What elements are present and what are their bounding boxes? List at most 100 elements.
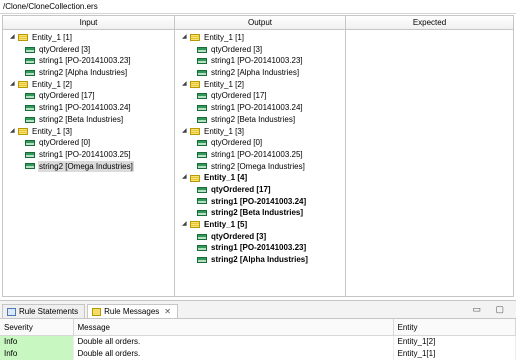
attribute-icon bbox=[197, 233, 207, 240]
expand-toggle-icon[interactable]: ◢ bbox=[182, 32, 190, 44]
entity-icon bbox=[18, 81, 28, 89]
close-icon[interactable]: ✕ bbox=[164, 305, 171, 319]
tree-node-label: string2 [Beta Industries] bbox=[211, 114, 296, 124]
attribute-icon bbox=[197, 245, 207, 252]
table-row[interactable]: Info Double all orders. Entity_1[1] bbox=[0, 348, 516, 360]
input-tree: ◢ Entity_1 [1] qtyOrdered [3] string1 [PO-2… bbox=[3, 30, 174, 173]
severity-header[interactable]: Severity bbox=[0, 319, 74, 336]
tree-entity-node[interactable]: ◢ Entity_1 [1] bbox=[175, 32, 345, 44]
expand-toggle-icon[interactable]: ◢ bbox=[182, 79, 190, 91]
tree-node-label: string2 [Alpha Industries] bbox=[211, 255, 308, 265]
panel-tabbar: Rule Statements Rule Messages ✕ ▭ ▢ bbox=[0, 301, 516, 319]
test-grid: Input ◢ Entity_1 [1] qtyOrdered [3] string1… bbox=[2, 15, 514, 297]
tree-node-label: string2 [Omega Industries] bbox=[38, 160, 134, 173]
messages-table: Severity Message Entity Info Double all … bbox=[0, 319, 516, 360]
attribute-icon bbox=[197, 69, 207, 76]
message-header[interactable]: Message bbox=[73, 319, 394, 336]
entity-header[interactable]: Entity bbox=[393, 319, 516, 336]
expand-toggle-icon[interactable]: ◢ bbox=[10, 32, 18, 44]
attribute-icon bbox=[25, 69, 35, 76]
tree-attribute-node[interactable]: string1 [PO-20141003.23] bbox=[3, 55, 174, 67]
tree-attribute-node[interactable]: string1 [PO-20141003.23] bbox=[175, 242, 345, 254]
tree-attribute-node[interactable]: qtyOrdered [17] bbox=[175, 90, 345, 102]
tree-attribute-node[interactable]: string1 [PO-20141003.24] bbox=[175, 102, 345, 114]
tree-attribute-node[interactable]: string2 [Alpha Industries] bbox=[3, 67, 174, 79]
attribute-icon bbox=[197, 93, 207, 100]
tree-attribute-node[interactable]: string1 [PO-20141003.24] bbox=[3, 102, 174, 114]
tree-attribute-node[interactable]: string1 [PO-20141003.25] bbox=[3, 149, 174, 161]
tree-attribute-node[interactable]: qtyOrdered [3] bbox=[175, 231, 345, 243]
tree-attribute-node[interactable]: qtyOrdered [17] bbox=[3, 90, 174, 102]
attribute-icon bbox=[25, 46, 35, 53]
tree-entity-node[interactable]: ◢ Entity_1 [4] bbox=[175, 172, 345, 184]
attribute-icon bbox=[25, 140, 35, 147]
expand-toggle-icon[interactable]: ◢ bbox=[10, 126, 18, 138]
expand-toggle-icon[interactable]: ◢ bbox=[182, 126, 190, 138]
attribute-icon bbox=[25, 163, 35, 170]
tree-attribute-node[interactable]: string1 [PO-20141003.24] bbox=[175, 196, 345, 208]
tree-node-label: Entity_1 [1] bbox=[204, 33, 245, 42]
expand-toggle-icon[interactable]: ◢ bbox=[10, 79, 18, 91]
expand-toggle-icon[interactable]: ◢ bbox=[182, 219, 190, 231]
entity-cell: Entity_1[2] bbox=[393, 335, 516, 348]
tree-node-label: string1 [PO-20141003.25] bbox=[211, 149, 303, 159]
input-column-header[interactable]: Input bbox=[3, 16, 174, 30]
tree-attribute-node[interactable]: qtyOrdered [0] bbox=[175, 137, 345, 149]
tree-node-label: string1 [PO-20141003.23] bbox=[211, 56, 303, 66]
tree-node-label: qtyOrdered [3] bbox=[211, 231, 267, 241]
table-row[interactable]: Info Double all orders. Entity_1[2] bbox=[0, 335, 516, 348]
tree-attribute-node[interactable]: string2 [Omega Industries] bbox=[175, 161, 345, 173]
tree-entity-node[interactable]: ◢ Entity_1 [1] bbox=[3, 32, 174, 44]
attribute-icon bbox=[197, 140, 207, 147]
tree-attribute-node[interactable]: string2 [Omega Industries] bbox=[3, 160, 174, 173]
tree-node-label: Entity_1 [3] bbox=[32, 126, 73, 136]
tree-entity-node[interactable]: ◢ Entity_1 [2] bbox=[175, 79, 345, 91]
tree-node-label: qtyOrdered [3] bbox=[211, 44, 263, 54]
entity-icon bbox=[190, 127, 200, 135]
tree-node-label: string2 [Alpha Industries] bbox=[211, 68, 300, 78]
tree-node-label: Entity_1 [2] bbox=[204, 79, 245, 89]
attribute-icon bbox=[197, 58, 207, 65]
panel-window-controls[interactable]: ▭ ▢ bbox=[472, 304, 510, 315]
message-cell: Double all orders. bbox=[73, 348, 394, 360]
severity-cell: Info bbox=[0, 335, 74, 348]
tree-attribute-node[interactable]: qtyOrdered [0] bbox=[3, 137, 174, 149]
attribute-icon bbox=[25, 58, 35, 65]
tree-node-label: qtyOrdered [0] bbox=[211, 138, 263, 148]
tree-attribute-node[interactable]: string2 [Alpha Industries] bbox=[175, 254, 345, 266]
severity-cell: Info bbox=[0, 348, 74, 360]
tree-attribute-node[interactable]: string2 [Alpha Industries] bbox=[175, 67, 345, 79]
attribute-icon bbox=[197, 104, 207, 111]
tree-node-label: Entity_1 [2] bbox=[32, 79, 73, 89]
tree-attribute-node[interactable]: string2 [Beta Industries] bbox=[175, 114, 345, 126]
tree-entity-node[interactable]: ◢ Entity_1 [2] bbox=[3, 79, 174, 91]
expected-column-header[interactable]: Expected bbox=[346, 16, 513, 30]
output-column: Output ◢ Entity_1 [1] qtyOrdered [3] string… bbox=[175, 16, 346, 296]
attribute-icon bbox=[197, 256, 207, 263]
attribute-icon bbox=[25, 116, 35, 123]
tree-attribute-node[interactable]: string2 [Beta Industries] bbox=[175, 207, 345, 219]
tree-entity-node[interactable]: ◢ Entity_1 [3] bbox=[175, 126, 345, 138]
tree-node-label: qtyOrdered [17] bbox=[39, 91, 95, 101]
tab-rule-messages[interactable]: Rule Messages ✕ bbox=[87, 304, 178, 318]
entity-icon bbox=[190, 81, 200, 89]
expand-toggle-icon[interactable]: ◢ bbox=[182, 172, 190, 184]
tree-attribute-node[interactable]: string1 [PO-20141003.25] bbox=[175, 149, 345, 161]
attribute-icon bbox=[197, 116, 207, 123]
attribute-icon bbox=[197, 210, 207, 217]
tree-node-label: Entity_1 [3] bbox=[204, 126, 245, 136]
tree-entity-node[interactable]: ◢ Entity_1 [5] bbox=[175, 219, 345, 231]
tree-node-label: string1 [PO-20141003.23] bbox=[211, 243, 307, 253]
tree-attribute-node[interactable]: string2 [Beta Industries] bbox=[3, 114, 174, 126]
entity-icon bbox=[190, 221, 200, 229]
tree-attribute-node[interactable]: qtyOrdered [3] bbox=[175, 44, 345, 56]
input-column: Input ◢ Entity_1 [1] qtyOrdered [3] string1… bbox=[3, 16, 175, 296]
message-cell: Double all orders. bbox=[73, 335, 394, 348]
tree-attribute-node[interactable]: string1 [PO-20141003.23] bbox=[175, 55, 345, 67]
tree-node-label: string1 [PO-20141003.23] bbox=[39, 56, 131, 66]
tree-attribute-node[interactable]: qtyOrdered [17] bbox=[175, 184, 345, 196]
tab-rule-statements[interactable]: Rule Statements bbox=[2, 304, 86, 318]
tree-attribute-node[interactable]: qtyOrdered [3] bbox=[3, 44, 174, 56]
output-column-header[interactable]: Output bbox=[175, 16, 345, 30]
tree-entity-node[interactable]: ◢ Entity_1 [3] bbox=[3, 126, 174, 138]
